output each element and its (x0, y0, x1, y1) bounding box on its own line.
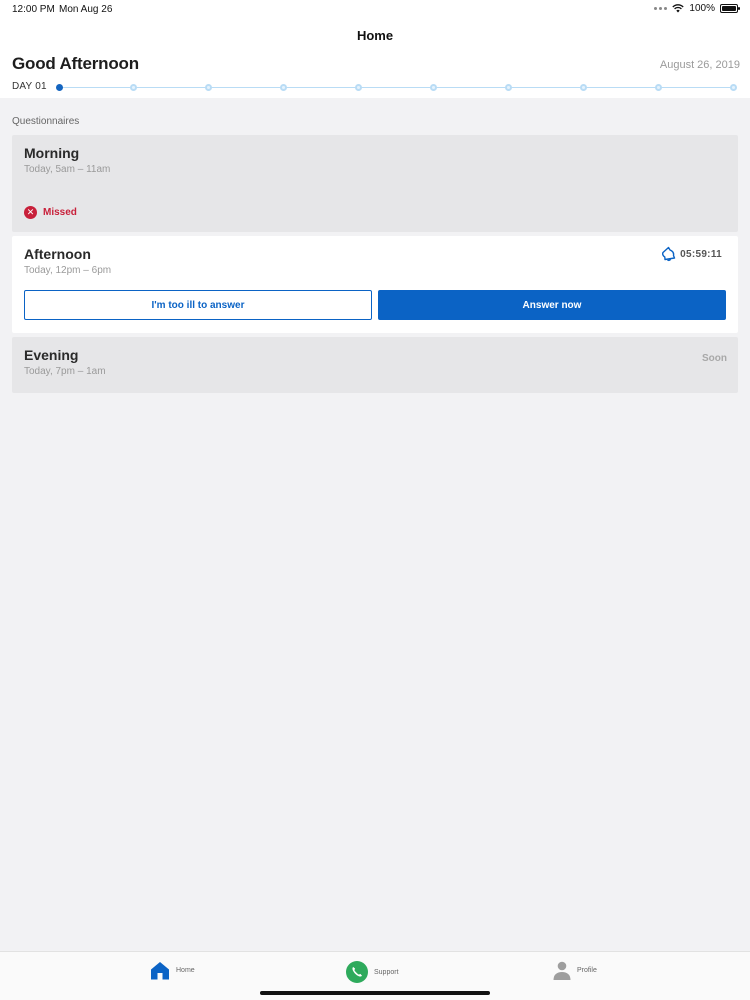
timeline-day-7 (504, 84, 512, 91)
status-indicators: 100% (654, 3, 740, 14)
page-title: Home (356, 28, 394, 43)
timeline-day-5 (355, 84, 363, 91)
phone-icon (346, 961, 368, 983)
card-time: Today, 12pm – 6pm (24, 265, 112, 276)
timeline-day-4 (280, 84, 288, 91)
card-time: Today, 5am – 11am (24, 164, 111, 175)
close-circle-icon: ✕ (24, 206, 37, 219)
person-icon (553, 961, 571, 980)
too-ill-button[interactable]: I'm too ill to answer (24, 290, 372, 320)
wifi-icon (672, 4, 685, 13)
app-root: 12:00 PM Mon Aug 26 100% Home Good After… (0, 0, 750, 1000)
timeline-day-3 (205, 84, 213, 91)
card-title: Afternoon (24, 246, 91, 262)
today-date: August 26, 2019 (659, 59, 740, 71)
missed-label: Missed (43, 207, 77, 218)
questionnaire-card-evening: Evening Today, 7pm – 1am Soon (12, 337, 738, 393)
section-label: Questionnaires (12, 116, 80, 127)
tab-home-label: Home (176, 967, 195, 974)
tab-support[interactable]: Support (346, 961, 399, 983)
day-label: DAY 01 (12, 81, 47, 92)
answer-now-button[interactable]: Answer now (378, 290, 726, 320)
timeline-day-9 (654, 84, 662, 91)
status-time: 12:00 PM (12, 4, 55, 15)
tab-profile[interactable]: Profile (553, 961, 597, 980)
card-title: Evening (24, 347, 79, 363)
battery-percent: 100% (689, 3, 715, 14)
alarm-bell-icon (662, 246, 676, 262)
home-icon (151, 962, 169, 980)
greeting-block: Good Afternoon August 26, 2019 DAY 01 (0, 52, 750, 98)
tab-support-label: Support (374, 968, 399, 976)
timeline-day-2 (130, 84, 138, 91)
card-title: Morning (24, 145, 80, 161)
tab-profile-label: Profile (577, 967, 597, 974)
countdown-timer: 05:59:11 (660, 246, 722, 262)
home-indicator (260, 991, 490, 995)
card-time: Today, 7pm – 1am (24, 366, 106, 377)
status-bar: 12:00 PM Mon Aug 26 100% (0, 0, 750, 20)
day-timeline (55, 84, 737, 91)
questionnaire-card-morning: Morning Today, 5am – 11am ✕ Missed (12, 135, 738, 232)
nav-header: Home (0, 20, 750, 52)
timeline-day-8 (579, 84, 587, 91)
tab-home[interactable]: Home (150, 961, 195, 980)
greeting-text: Good Afternoon (12, 54, 139, 73)
timeline-day-1 (55, 84, 63, 91)
multitasking-dots-icon (654, 7, 668, 10)
missed-status: ✕ Missed (24, 206, 77, 219)
questionnaire-card-afternoon: Afternoon Today, 12pm – 6pm 05:59:11 I'm… (12, 236, 738, 333)
timeline-day-6 (429, 84, 437, 91)
soon-badge: Soon (702, 353, 727, 364)
status-date: Mon Aug 26 (59, 4, 113, 15)
timeline-day-10 (729, 84, 737, 91)
countdown-text: 05:59:11 (680, 248, 722, 260)
battery-icon (720, 4, 740, 13)
